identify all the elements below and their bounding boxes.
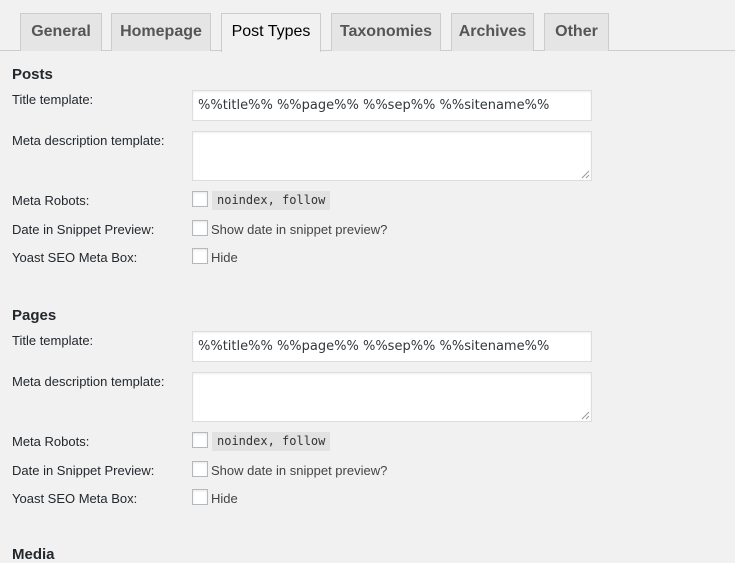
pages-title-template-input[interactable] bbox=[192, 331, 592, 362]
tab-general[interactable]: General bbox=[20, 13, 102, 51]
pages-metabox-label: Yoast SEO Meta Box: bbox=[12, 491, 138, 506]
pages-meta-description-textarea[interactable] bbox=[192, 372, 592, 422]
posts-date-snippet-checkbox[interactable] bbox=[192, 220, 208, 236]
posts-section-title: Posts bbox=[12, 66, 53, 83]
posts-meta-description-textarea[interactable] bbox=[192, 131, 592, 181]
posts-title-template-label: Title template: bbox=[12, 92, 94, 107]
posts-meta-robots-checkbox[interactable] bbox=[192, 191, 208, 207]
pages-title-template-label: Title template: bbox=[12, 333, 94, 348]
pages-meta-robots-label: Meta Robots: bbox=[12, 434, 90, 449]
pages-date-snippet-text[interactable]: Show date in snippet preview? bbox=[211, 463, 387, 478]
posts-metabox-label: Yoast SEO Meta Box: bbox=[12, 250, 138, 265]
pages-meta-robots-checkbox[interactable] bbox=[192, 432, 208, 448]
resize-grip-icon[interactable] bbox=[581, 411, 590, 420]
pages-date-snippet-label: Date in Snippet Preview: bbox=[12, 463, 155, 478]
resize-grip-icon[interactable] bbox=[581, 170, 590, 179]
tab-archives[interactable]: Archives bbox=[451, 13, 534, 51]
posts-meta-robots-label: Meta Robots: bbox=[12, 193, 90, 208]
posts-meta-description-label: Meta description template: bbox=[12, 133, 165, 148]
posts-meta-robots-value: noindex, follow bbox=[212, 191, 331, 210]
posts-metabox-text[interactable]: Hide bbox=[211, 250, 238, 265]
posts-date-snippet-label: Date in Snippet Preview: bbox=[12, 222, 155, 237]
posts-metabox-checkbox[interactable] bbox=[192, 248, 208, 264]
settings-tabs: General Homepage Post Types Taxonomies A… bbox=[0, 0, 735, 52]
pages-meta-robots-value: noindex, follow bbox=[212, 432, 331, 451]
posts-title-template-input[interactable] bbox=[192, 90, 592, 121]
tab-taxonomies[interactable]: Taxonomies bbox=[331, 13, 441, 51]
pages-meta-description-label: Meta description template: bbox=[12, 374, 165, 389]
pages-date-snippet-checkbox[interactable] bbox=[192, 461, 208, 477]
posts-date-snippet-text[interactable]: Show date in snippet preview? bbox=[211, 222, 387, 237]
pages-metabox-text[interactable]: Hide bbox=[211, 491, 238, 506]
pages-metabox-checkbox[interactable] bbox=[192, 489, 208, 505]
pages-section-title: Pages bbox=[12, 307, 57, 324]
tab-homepage[interactable]: Homepage bbox=[111, 13, 211, 51]
tab-other[interactable]: Other bbox=[544, 13, 609, 51]
tab-post-types[interactable]: Post Types bbox=[221, 13, 321, 52]
